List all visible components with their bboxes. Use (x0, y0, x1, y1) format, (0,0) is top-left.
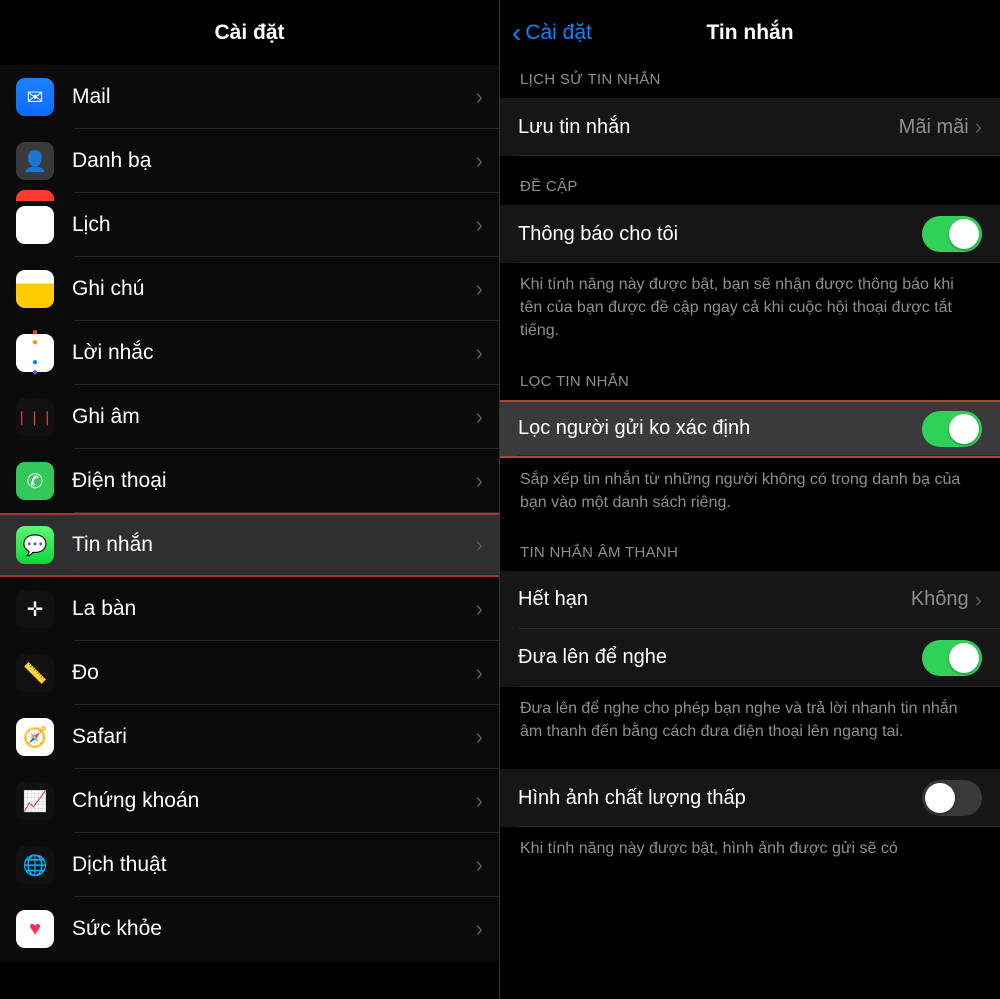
chevron-right-icon: › (476, 148, 483, 174)
settings-row-label: Lịch (72, 213, 476, 237)
section-header-mentions: ĐỀ CẬP (500, 156, 1000, 205)
expire-row[interactable]: Hết hạn Không › (500, 571, 1000, 629)
notify-me-row[interactable]: Thông báo cho tôi (500, 205, 1000, 263)
settings-list[interactable]: ✉︎Mail›👤Danh bạ›Lịch›Ghi chú›●●●●Lời nhắ… (0, 65, 499, 999)
settings-row-stocks[interactable]: 📈 Chứng khoán› (0, 769, 499, 833)
settings-row-mail[interactable]: ✉︎ Mail› (0, 65, 499, 129)
mail-icon: ✉︎ (16, 78, 54, 116)
contacts-icon: 👤 (16, 142, 54, 180)
messages-title: Tin nhắn (706, 21, 793, 45)
mentions-footer: Khi tính năng này được bật, bạn sẽ nhận … (500, 263, 1000, 351)
notes-icon (16, 270, 54, 308)
chevron-right-icon: › (476, 788, 483, 814)
settings-row-label: La bàn (72, 597, 476, 621)
settings-row-voicememo[interactable]: ❘❘❘ Ghi âm› (0, 385, 499, 449)
measure-icon: 📏 (16, 654, 54, 692)
settings-row-label: Chứng khoán (72, 789, 476, 813)
settings-row-label: Điện thoại (72, 469, 476, 493)
settings-row-calendar[interactable]: Lịch› (0, 193, 499, 257)
chevron-right-icon: › (476, 340, 483, 366)
expire-value: Không (911, 588, 969, 611)
section-header-audio: TIN NHẮN ÂM THANH (500, 522, 1000, 571)
chevron-right-icon: › (476, 212, 483, 238)
filter-unknown-row[interactable]: Lọc người gửi ko xác định (500, 400, 1000, 458)
chevron-right-icon: › (476, 532, 483, 558)
chevron-right-icon: › (476, 724, 483, 750)
settings-row-contacts[interactable]: 👤 Danh bạ› (0, 129, 499, 193)
messages-settings-pane: ‹ Cài đặt Tin nhắn LỊCH SỬ TIN NHẮN Lưu … (500, 0, 1000, 999)
keep-messages-label: Lưu tin nhắn (518, 116, 899, 139)
chevron-right-icon: › (476, 276, 483, 302)
phone-icon: ✆ (16, 462, 54, 500)
filter-footer: Sắp xếp tin nhắn từ những người không có… (500, 458, 1000, 522)
raise-to-listen-label: Đưa lên để nghe (518, 646, 922, 669)
chevron-right-icon: › (975, 587, 982, 613)
expire-label: Hết hạn (518, 588, 911, 611)
settings-row-label: Lời nhắc (72, 341, 476, 365)
settings-row-label: Ghi chú (72, 277, 476, 301)
settings-row-health[interactable]: ♥ Sức khỏe› (0, 897, 499, 961)
back-button[interactable]: ‹ Cài đặt (512, 0, 592, 65)
messages-header: ‹ Cài đặt Tin nhắn (500, 0, 1000, 65)
chevron-right-icon: › (476, 852, 483, 878)
chevron-right-icon: › (975, 114, 982, 140)
settings-pane: Cài đặt ✉︎Mail›👤Danh bạ›Lịch›Ghi chú›●●●… (0, 0, 500, 999)
reminders-icon: ●●●● (16, 334, 54, 372)
low-quality-footer: Khi tính năng này được bật, hình ảnh đượ… (500, 827, 1000, 868)
settings-title: Cài đặt (214, 21, 284, 45)
health-icon: ♥ (16, 910, 54, 948)
section-header-filter: LỌC TIN NHẮN (500, 351, 1000, 400)
chevron-right-icon: › (476, 660, 483, 686)
chevron-left-icon: ‹ (512, 19, 521, 47)
low-quality-image-row[interactable]: Hình ảnh chất lượng thấp (500, 769, 1000, 827)
safari-icon: 🧭 (16, 718, 54, 756)
settings-row-messages[interactable]: 💬 Tin nhắn› (0, 513, 499, 577)
translate-icon: 🌐 (16, 846, 54, 884)
settings-row-label: Mail (72, 85, 476, 109)
settings-row-compass[interactable]: ✛ La bàn› (0, 577, 499, 641)
filter-unknown-label: Lọc người gửi ko xác định (518, 417, 922, 440)
settings-row-safari[interactable]: 🧭 Safari› (0, 705, 499, 769)
chevron-right-icon: › (476, 404, 483, 430)
filter-unknown-toggle[interactable] (922, 411, 982, 447)
settings-row-measure[interactable]: 📏 Đo› (0, 641, 499, 705)
raise-to-listen-row[interactable]: Đưa lên để nghe (500, 629, 1000, 687)
low-quality-image-label: Hình ảnh chất lượng thấp (518, 787, 922, 810)
settings-header: Cài đặt (0, 0, 499, 65)
settings-row-label: Safari (72, 725, 476, 749)
stocks-icon: 📈 (16, 782, 54, 820)
settings-row-label: Danh bạ (72, 149, 476, 173)
messages-icon: 💬 (16, 526, 54, 564)
settings-row-reminders[interactable]: ●●●● Lời nhắc› (0, 321, 499, 385)
messages-body[interactable]: LỊCH SỬ TIN NHẮN Lưu tin nhắn Mãi mãi › … (500, 65, 1000, 999)
raise-to-listen-toggle[interactable] (922, 640, 982, 676)
back-label: Cài đặt (525, 21, 592, 45)
low-quality-image-toggle[interactable] (922, 780, 982, 816)
settings-row-translate[interactable]: 🌐 Dịch thuật› (0, 833, 499, 897)
settings-row-label: Ghi âm (72, 405, 476, 429)
settings-row-label: Dịch thuật (72, 853, 476, 877)
chevron-right-icon: › (476, 468, 483, 494)
section-header-history: LỊCH SỬ TIN NHẮN (500, 65, 1000, 98)
chevron-right-icon: › (476, 84, 483, 110)
audio-footer: Đưa lên để nghe cho phép bạn nghe và trả… (500, 687, 1000, 751)
settings-row-label: Tin nhắn (72, 533, 476, 557)
voicememo-icon: ❘❘❘ (16, 398, 54, 436)
keep-messages-value: Mãi mãi (899, 116, 969, 139)
calendar-icon (16, 206, 54, 244)
chevron-right-icon: › (476, 596, 483, 622)
settings-row-phone[interactable]: ✆ Điện thoại› (0, 449, 499, 513)
chevron-right-icon: › (476, 916, 483, 942)
settings-row-label: Sức khỏe (72, 917, 476, 941)
settings-row-label: Đo (72, 661, 476, 685)
settings-row-notes[interactable]: Ghi chú› (0, 257, 499, 321)
notify-me-toggle[interactable] (922, 216, 982, 252)
keep-messages-row[interactable]: Lưu tin nhắn Mãi mãi › (500, 98, 1000, 156)
notify-me-label: Thông báo cho tôi (518, 223, 922, 246)
compass-icon: ✛ (16, 590, 54, 628)
